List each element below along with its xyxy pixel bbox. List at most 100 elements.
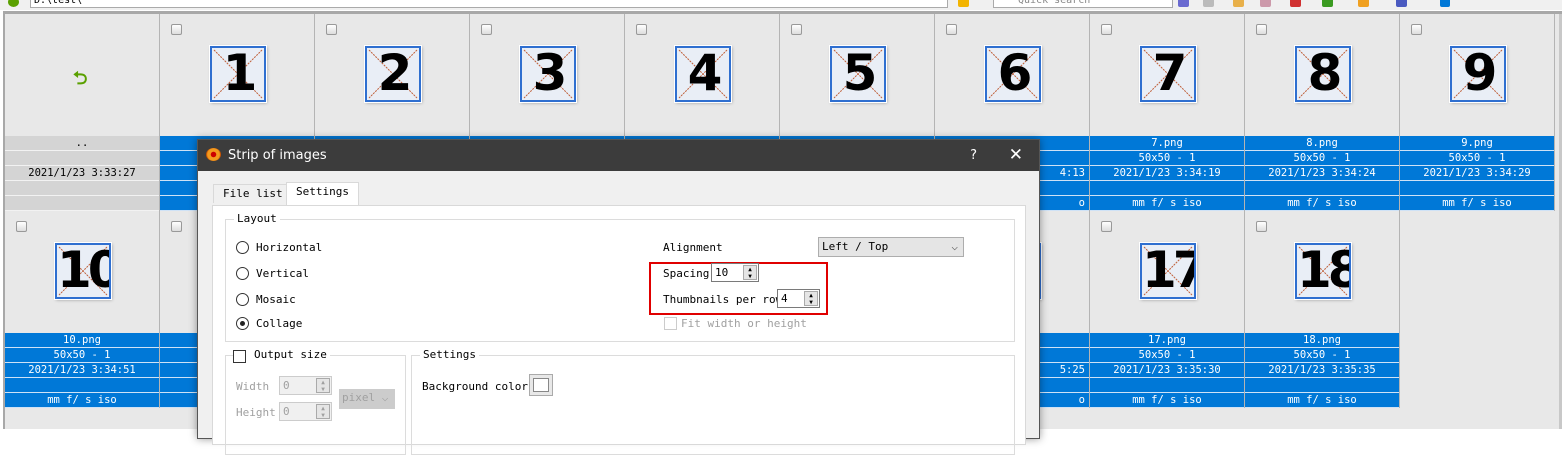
per-row-spinbox[interactable]: 4 ▲ ▼ [777,289,820,308]
favorite-star-icon[interactable] [958,0,969,7]
toolbar: D:\test\ Quick search [0,0,1562,10]
thumbnail-image[interactable]: 1 [209,45,267,103]
file-name: 17.png [1090,333,1244,348]
thumbnail-number: 8 [1307,46,1343,102]
file-info: 10.png 50x50 - 1 2021/1/23 3:34:51 mm f/ s … [5,333,159,408]
exif-info: mm f/ s iso [1090,196,1244,211]
alignment-value: Left / Top [822,240,889,253]
select-checkbox[interactable] [1101,24,1112,35]
spin-arrows-icon[interactable]: ▲ ▼ [316,404,330,419]
tab-file-list[interactable]: File list [213,184,293,203]
refresh-icon[interactable] [8,0,19,7]
unit-select[interactable]: pixel ⌵ [339,389,395,409]
height-value: 0 [283,405,290,418]
dimensions: 50x50 - 1 [5,348,159,363]
file-info: 18.png 50x50 - 1 2021/1/23 3:35:35 mm f/ s … [1245,333,1399,408]
thumbnail-image[interactable]: 9 [1449,45,1507,103]
thumbnail-image[interactable]: 7 [1139,45,1197,103]
select-checkbox[interactable] [326,24,337,35]
radio-collage[interactable] [236,317,249,330]
tools-icon[interactable] [1358,0,1369,7]
radio-label-mosaic: Mosaic [256,293,296,306]
thumbnail-image[interactable]: 18 [1294,242,1352,300]
select-checkbox[interactable] [1256,221,1267,232]
thumbnail-image[interactable]: 17 [1139,242,1197,300]
thumbnail-cell[interactable]: 18 18.png50x50 - 12021/1/23 3:35:35 mm f/ … [1245,211,1400,408]
select-checkbox[interactable] [1101,221,1112,232]
fit-checkbox[interactable] [664,317,677,330]
width-spinbox[interactable]: 0 ▲ ▼ [279,376,332,395]
parent-name: .. [5,136,159,151]
file-info: 7.png 50x50 - 1 2021/1/23 3:34:19 mm f/ s i… [1090,136,1244,211]
back-icon[interactable] [1178,0,1189,7]
radio-vertical[interactable] [236,267,249,280]
tab-settings[interactable]: Settings [286,182,359,205]
view-icon[interactable] [1396,0,1407,7]
info-icon[interactable] [1440,0,1450,7]
thumbnail-cell[interactable]: 8 8.png 50x50 - 1 2021/1/23 3:34:24 mm f/ s … [1245,14,1400,211]
select-checkbox[interactable] [1411,24,1422,35]
select-checkbox[interactable] [171,221,182,232]
height-label: Height [236,406,276,419]
empty-field [1245,378,1399,393]
thumbnail-image[interactable]: 2 [364,45,422,103]
thumbnail-number: 5 [842,46,878,102]
empty-field [1090,378,1244,393]
height-spinbox[interactable]: 0 ▲ ▼ [279,402,332,421]
select-checkbox[interactable] [171,24,182,35]
date-modified: 2021/1/23 3:34:29 [1400,166,1554,181]
address-bar[interactable]: D:\test\ [30,0,948,8]
download-icon[interactable] [1322,0,1333,7]
select-checkbox[interactable] [16,221,27,232]
file-info: 8.png 50x50 - 1 2021/1/23 3:34:24 mm f/ s i… [1245,136,1399,211]
spacing-spinbox[interactable]: 10 ▲ ▼ [711,263,759,282]
folder-icon[interactable] [1233,0,1244,7]
background-color-button[interactable] [529,374,553,396]
thumbnail-number: 6 [997,46,1033,102]
select-checkbox[interactable] [791,24,802,35]
spin-arrows-icon[interactable]: ▲ ▼ [804,291,818,306]
thumbnail-cell[interactable]: 7 7.png 50x50 - 1 2021/1/23 3:34:19 mm f/ s … [1090,14,1245,211]
forward-icon[interactable] [1203,0,1214,7]
select-checkbox[interactable] [946,24,957,35]
thumbnail-image[interactable]: 3 [519,45,577,103]
file-info: 17.png 50x50 - 1 2021/1/23 3:35:30 mm f/ s … [1090,333,1244,408]
select-checkbox[interactable] [481,24,492,35]
alignment-label: Alignment [663,241,723,254]
app-logo-icon [206,148,221,161]
radio-mosaic[interactable] [236,293,249,306]
thumbnail-image[interactable]: 6 [984,45,1042,103]
spin-arrows-icon[interactable]: ▲ ▼ [316,378,330,393]
file-name: 10.png [5,333,159,348]
up-arrow-icon: ⮌ [73,68,88,89]
close-button[interactable]: ✕ [1009,140,1023,171]
thumbnail-image[interactable]: 5 [829,45,887,103]
quick-search-input[interactable]: Quick search [993,0,1173,8]
thumbnail-image[interactable]: 10 [54,242,112,300]
per-row-value: 4 [781,292,788,305]
thumbnail-cell[interactable]: 9 9.png 50x50 - 1 2021/1/23 3:34:29 mm f/ s … [1400,14,1555,211]
alignment-select[interactable]: Left / Top ⌵ [818,237,964,257]
output-size-checkbox[interactable] [233,350,246,363]
settings-group-title: Settings [420,348,479,361]
parent-folder-cell[interactable]: ⮌.. 2021/1/23 3:33:27 [5,14,160,211]
thumbnail-number: 10 [57,243,109,299]
select-checkbox[interactable] [636,24,647,35]
delete-icon[interactable] [1290,0,1301,7]
thumbnail-cell[interactable]: 10 10.png50x50 - 12021/1/23 3:34:51 mm f/ … [5,211,160,408]
thumbnail-number: 3 [532,46,568,102]
spin-arrows-icon[interactable]: ▲ ▼ [743,265,757,280]
width-value: 0 [283,379,290,392]
exif-info: mm f/ s iso [1245,393,1399,408]
empty-field [5,151,159,166]
thumbnail-cell[interactable]: 17 17.png50x50 - 12021/1/23 3:35:30 mm f/ … [1090,211,1245,408]
radio-horizontal[interactable] [236,241,249,254]
dialog-title: Strip of images [228,148,327,163]
thumbnail-image[interactable]: 4 [674,45,732,103]
settings-panel: Layout Horizontal Vertical Mosaic Collag… [212,205,1026,455]
background-color-label: Background color [422,380,528,393]
thumbnail-image[interactable]: 8 [1294,45,1352,103]
help-button[interactable]: ? [970,140,977,171]
edit-icon[interactable] [1260,0,1271,7]
select-checkbox[interactable] [1256,24,1267,35]
